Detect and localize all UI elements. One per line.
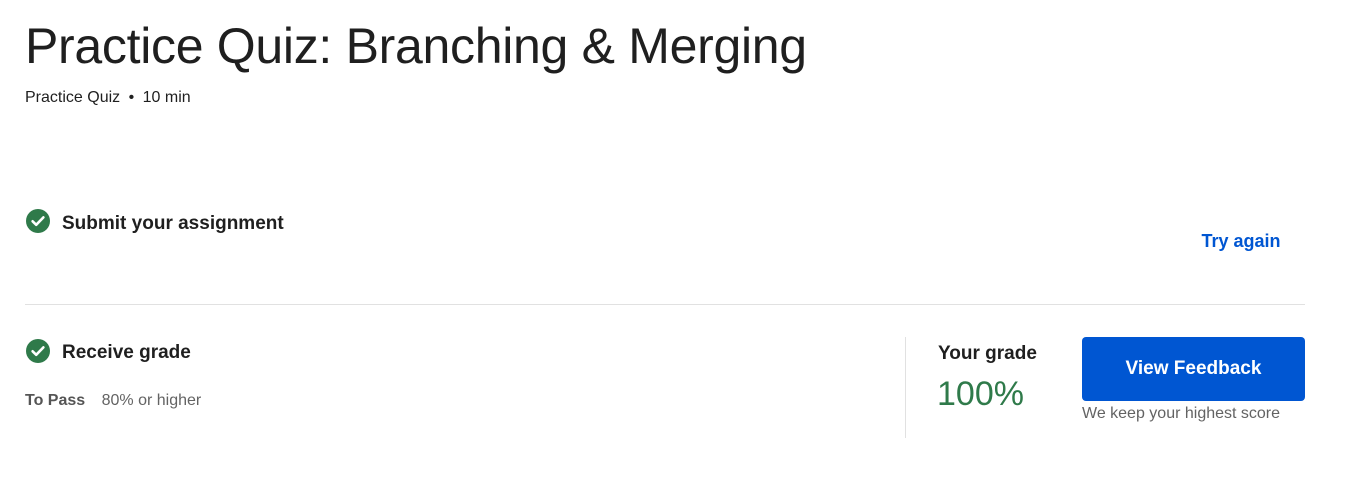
try-again-button[interactable]: Try again — [1185, 226, 1297, 256]
highest-score-note: We keep your highest score — [1082, 405, 1281, 422]
to-pass-value: 80% or higher — [101, 392, 202, 409]
pass-requirement: To Pass 80% or higher — [25, 390, 201, 412]
quiz-meta: Practice Quiz • 10 min — [25, 88, 191, 108]
quiz-duration: 10 min — [142, 89, 191, 106]
to-pass-label: To Pass — [25, 392, 86, 409]
quiz-page: Practice Quiz: Branching & Merging Pract… — [0, 0, 1370, 496]
check-circle-icon — [26, 209, 50, 233]
check-circle-icon — [26, 339, 50, 363]
meta-separator: • — [128, 89, 135, 106]
your-grade-label: Your grade — [938, 343, 1037, 364]
section-divider — [25, 304, 1305, 305]
your-grade-value: 100% — [937, 375, 1024, 413]
view-feedback-button[interactable]: View Feedback — [1082, 337, 1305, 401]
page-title: Practice Quiz: Branching & Merging — [25, 18, 807, 74]
quiz-type: Practice Quiz — [25, 89, 121, 106]
submit-assignment-title: Submit your assignment — [62, 213, 284, 234]
receive-grade-title: Receive grade — [62, 342, 191, 363]
grade-divider — [905, 337, 906, 438]
